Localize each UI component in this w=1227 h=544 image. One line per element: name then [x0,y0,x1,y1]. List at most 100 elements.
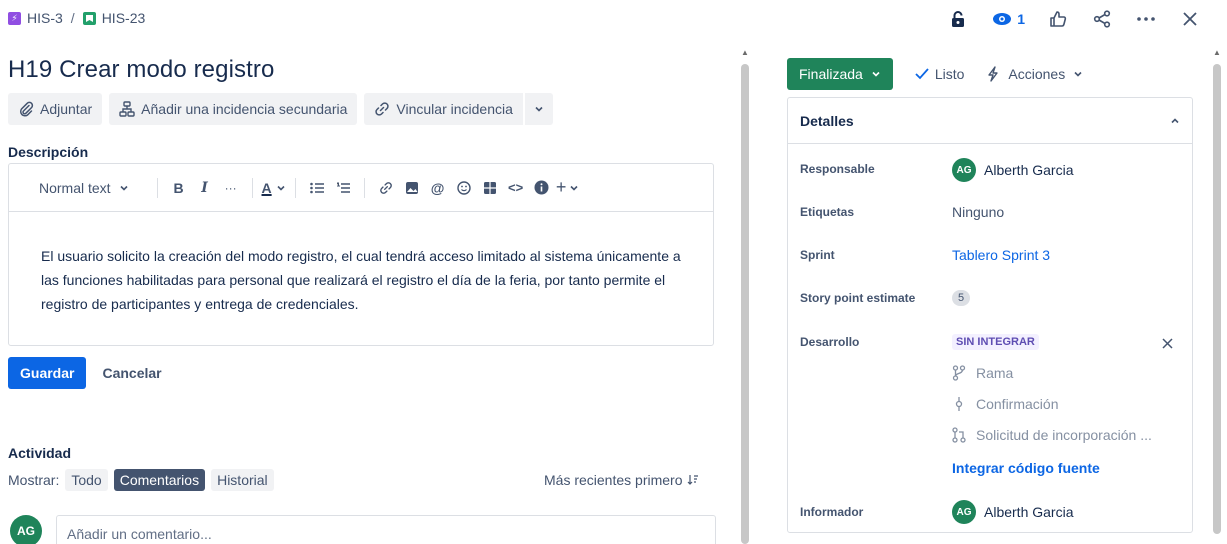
thumbs-up-icon[interactable] [1047,8,1069,30]
chevron-down-icon [872,71,880,77]
editor-toolbar: Normal text B I ··· A @ <> + [9,164,713,212]
lightning-icon [988,66,999,82]
scroll-up-icon[interactable]: ▲ [1213,48,1221,57]
dev-pr-item[interactable]: Solicitud de incorporación ... [952,427,1152,443]
main-scrollbar[interactable]: ▲ [741,48,749,544]
chevron-up-icon [1171,117,1179,123]
share-icon[interactable] [1091,8,1113,30]
dev-branch-item[interactable]: Rama [952,365,1013,381]
actions-label: Acciones [1008,66,1066,82]
labels-value[interactable]: Ninguno [952,204,1004,220]
pull-request-icon [952,427,966,443]
resolution-label: Listo [934,66,965,82]
close-icon[interactable] [1162,336,1173,352]
link-issue-label: Vincular incidencia [396,101,513,117]
dev-commit-label: Confirmación [976,396,1059,412]
close-icon[interactable] [1179,8,1201,30]
text-color-icon: A [261,179,272,196]
filter-history[interactable]: Historial [211,469,274,491]
breadcrumb-story-link[interactable]: HIS-23 [102,10,146,26]
integrate-code-link[interactable]: Integrar código fuente [952,460,1100,476]
image-icon[interactable] [399,174,425,202]
comment-input[interactable]: Añadir un comentario... [56,515,716,544]
more-toolbar-dropdown[interactable] [523,93,553,125]
story-points-value[interactable]: 5 [952,290,970,306]
details-header[interactable]: Detalles [788,98,1192,144]
bold-icon[interactable]: B [166,174,192,202]
sort-toggle[interactable]: Más recientes primero [544,472,699,488]
sprint-label: Sprint [800,248,835,262]
toolbar-divider [156,177,158,198]
labels-label: Etiquetas [800,205,855,219]
resolution: Listo [915,66,965,82]
text-color-dropdown[interactable]: A [261,174,287,202]
reporter-name: Alberth Garcia [984,504,1074,520]
cancel-button[interactable]: Cancelar [102,365,161,381]
breadcrumb-epic-link[interactable]: HIS-3 [27,10,63,26]
toolbar-divider [251,177,253,198]
scrollbar-thumb[interactable] [741,64,749,544]
toolbar-divider [363,177,365,198]
chevron-down-icon [535,106,543,112]
code-icon[interactable]: <> [503,174,529,202]
issue-top-actions: 1 [947,6,1201,32]
chevron-down-icon [120,185,128,191]
avatar: AG [952,500,976,524]
more-icon[interactable] [1135,8,1157,30]
development-status: SIN INTEGRAR [952,334,1039,350]
plus-icon: + [555,177,567,197]
text-style-dropdown[interactable]: Normal text [39,174,149,202]
sort-label: Más recientes primero [544,472,683,488]
sidebar-scrollbar[interactable]: ▲ [1213,48,1221,544]
eye-icon [991,8,1013,30]
epic-icon: ⚡ [8,11,21,25]
italic-icon[interactable]: I [192,174,218,202]
sprint-value[interactable]: Tablero Sprint 3 [952,247,1050,263]
status-row: Finalizada Listo Acciones [787,58,1083,90]
info-icon[interactable] [529,174,555,202]
dev-pr-label: Solicitud de incorporación ... [976,427,1152,443]
description-label: Descripción [8,144,89,160]
scrollbar-thumb[interactable] [1213,64,1221,534]
development-label: Desarrollo [800,335,860,349]
story-points-label: Story point estimate [800,291,916,305]
description-text[interactable]: El usuario solicito la creación del modo… [9,212,699,316]
reporter-value[interactable]: AG Alberth Garcia [952,500,1073,524]
activity-heading: Actividad [8,445,72,461]
dev-commit-item[interactable]: Confirmación [952,396,1058,412]
issue-title[interactable]: H19 Crear modo registro [8,56,274,84]
more-formatting-icon[interactable]: ··· [218,174,244,202]
filter-comments[interactable]: Comentarios [113,469,206,491]
watch-button[interactable]: 1 [991,8,1025,30]
status-dropdown[interactable]: Finalizada [787,58,893,90]
save-button[interactable]: Guardar [8,357,87,389]
scroll-up-icon[interactable]: ▲ [741,48,749,57]
assignee-value[interactable]: AG Alberth Garcia [952,158,1073,182]
sort-icon [687,475,698,485]
actions-dropdown[interactable]: Acciones [986,66,1083,82]
issue-toolbar: Adjuntar Añadir una incidencia secundari… [8,93,553,125]
check-icon [915,68,929,80]
link-icon[interactable] [373,174,399,202]
breadcrumb: ⚡ HIS-3 / HIS-23 [8,10,145,26]
numbered-list-icon[interactable] [330,174,356,202]
attach-label: Adjuntar [40,101,93,117]
avatar: AG [10,515,42,544]
insert-more-dropdown[interactable]: + [555,174,581,202]
add-child-label: Añadir una incidencia secundaria [141,101,348,117]
assignee-label: Responsable [800,162,875,176]
lock-icon[interactable] [947,8,969,30]
mention-icon[interactable]: @ [425,174,451,202]
link-icon [375,102,390,116]
filter-all[interactable]: Todo [65,469,108,491]
link-issue-button[interactable]: Vincular incidencia [364,93,523,125]
emoji-icon[interactable] [451,174,477,202]
description-editor: Normal text B I ··· A @ <> + El usuario … [8,163,714,346]
attach-button[interactable]: Adjuntar [8,93,103,125]
reporter-label: Informador [800,505,864,519]
story-icon [82,11,96,25]
watchers-count: 1 [1017,11,1025,27]
add-child-issue-button[interactable]: Añadir una incidencia secundaria [109,93,358,125]
bullet-list-icon[interactable] [304,174,330,202]
table-icon[interactable] [477,174,503,202]
